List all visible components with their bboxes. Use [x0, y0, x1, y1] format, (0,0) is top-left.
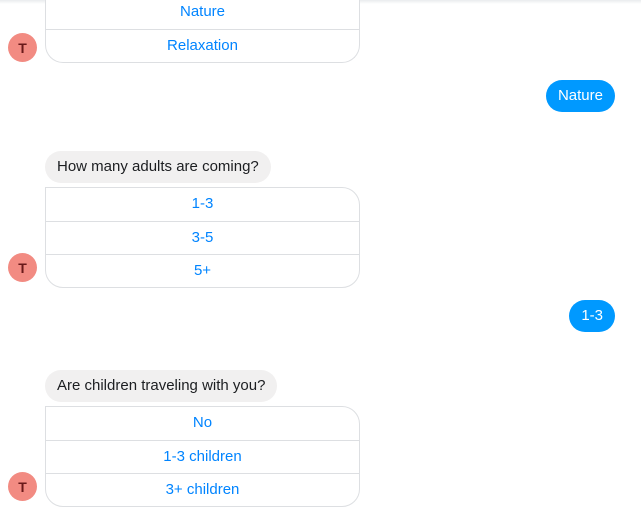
- quick-reply-option[interactable]: 3-5: [46, 221, 359, 254]
- bot-message: How many adults are coming?: [45, 151, 271, 183]
- quick-reply-option[interactable]: 1-3: [46, 188, 359, 221]
- quick-replies-interests: Nature Relaxation: [45, 0, 360, 63]
- quick-replies-children: No 1-3 children 3+ children: [45, 406, 360, 507]
- user-message: Nature: [545, 80, 615, 112]
- quick-reply-option[interactable]: No: [46, 407, 359, 440]
- quick-reply-option[interactable]: 1-3 children: [46, 440, 359, 473]
- quick-reply-option[interactable]: 5+: [46, 254, 359, 287]
- quick-reply-option[interactable]: Nature: [46, 0, 359, 29]
- quick-reply-option[interactable]: Relaxation: [46, 29, 359, 62]
- bot-avatar: T: [8, 253, 37, 282]
- quick-reply-option[interactable]: 3+ children: [46, 473, 359, 506]
- bot-message: Are children traveling with you?: [45, 370, 278, 402]
- bot-avatar: T: [8, 472, 37, 501]
- quick-replies-adults: 1-3 3-5 5+: [45, 187, 360, 288]
- bot-avatar: T: [8, 33, 37, 62]
- user-message: 1-3: [569, 300, 615, 332]
